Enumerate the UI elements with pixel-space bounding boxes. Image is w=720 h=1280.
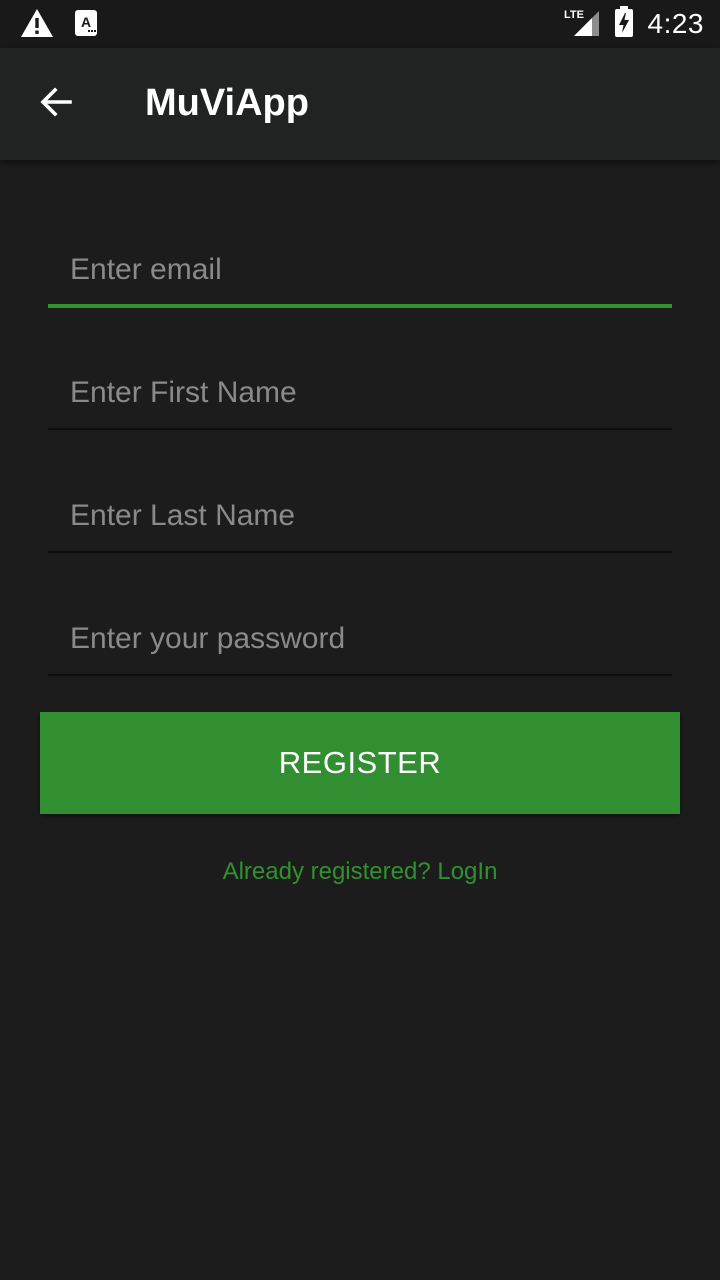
svg-text:LTE: LTE: [564, 9, 584, 21]
svg-text:A: A: [81, 14, 91, 30]
app-bar: MuViApp: [0, 48, 720, 160]
password-field-wrapper: [48, 612, 672, 676]
battery-charging-icon: [614, 5, 634, 43]
last-name-field[interactable]: [48, 489, 672, 553]
back-button[interactable]: [28, 76, 84, 132]
status-bar: A LTE 4:23: [0, 0, 720, 48]
email-field[interactable]: [48, 244, 672, 308]
status-bar-right: LTE 4:23: [564, 5, 705, 43]
first-name-field[interactable]: [48, 366, 672, 430]
app-title: MuViApp: [145, 82, 309, 124]
register-button[interactable]: REGISTER: [40, 712, 680, 814]
first-name-field-wrapper: [48, 366, 672, 430]
app-notification-icon: A: [74, 9, 98, 42]
arrow-back-icon: [36, 82, 76, 127]
last-name-field-wrapper: [48, 489, 672, 553]
password-field[interactable]: [48, 612, 672, 676]
login-link[interactable]: Already registered? LogIn: [0, 858, 720, 886]
lte-signal-icon: LTE: [564, 7, 600, 42]
warning-icon: [20, 8, 54, 43]
email-field-wrapper: [48, 244, 672, 308]
status-time: 4:23: [647, 8, 704, 39]
status-bar-left: A: [20, 8, 98, 43]
